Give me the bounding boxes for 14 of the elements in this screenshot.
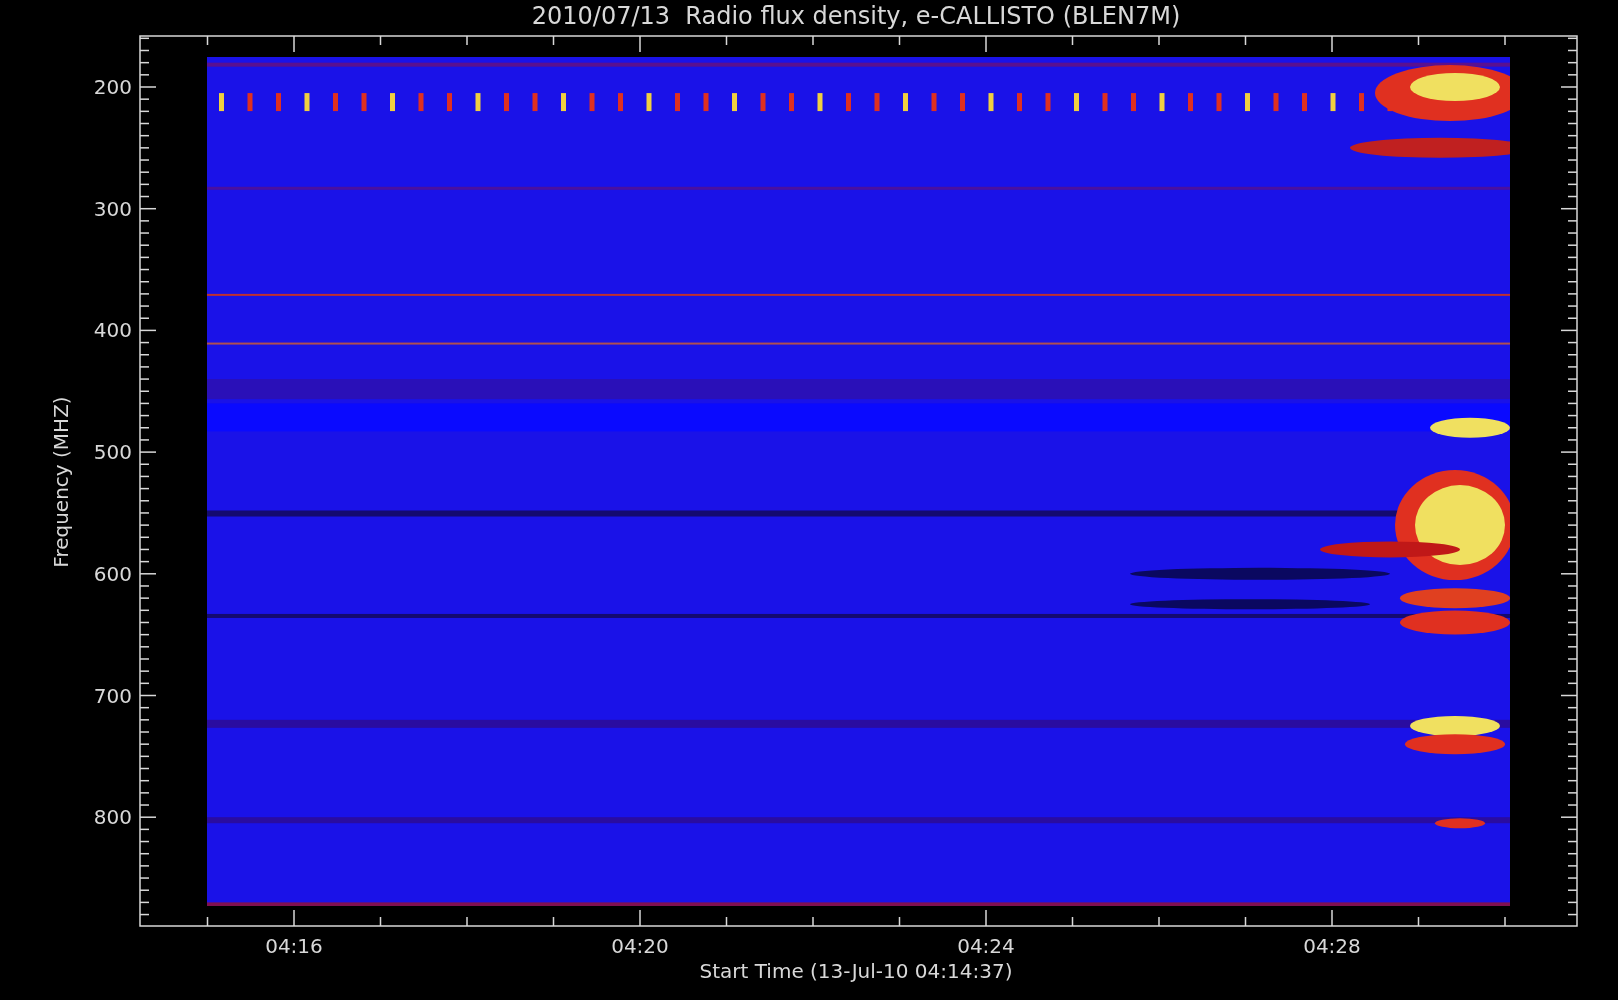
y-tick-label: 400 — [93, 318, 132, 343]
y-tick-label: 600 — [93, 561, 132, 586]
x-tick-label: 04:16 — [265, 934, 323, 958]
chart-title: 2010/07/13 Radio flux density, e-CALLISTO (BLEN7M) — [531, 2, 1181, 30]
y-axis-label: Frequency (MHZ) — [49, 396, 73, 568]
x-tick-label: 04:28 — [1303, 934, 1361, 958]
x-axis-label: Start Time (13-Jul-10 04:14:37) — [699, 959, 1013, 983]
y-tick-label: 800 — [93, 805, 132, 830]
y-tick-label: 300 — [93, 196, 132, 221]
x-tick-label: 04:24 — [957, 934, 1015, 958]
y-tick-label: 700 — [93, 683, 132, 708]
y-tick-label: 500 — [93, 440, 132, 465]
y-tick-label: 200 — [93, 75, 132, 99]
x-tick-label: 04:20 — [611, 934, 669, 958]
